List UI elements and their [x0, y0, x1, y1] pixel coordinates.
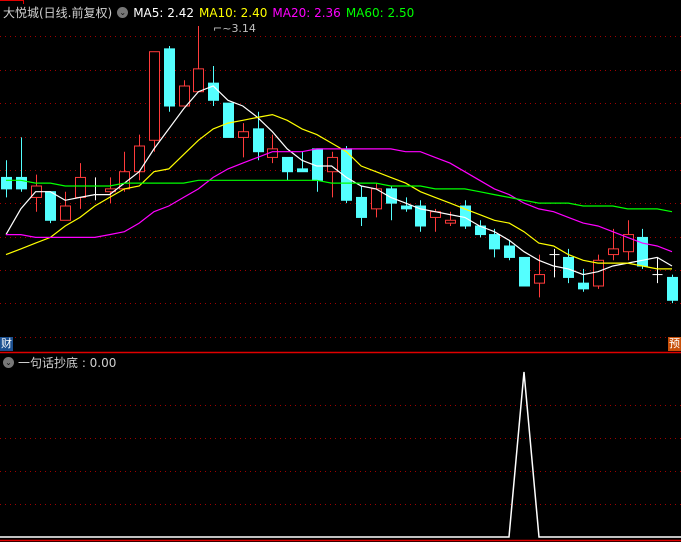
high-price-marker: ⌐~3.14 — [213, 22, 256, 35]
candle-body — [593, 259, 604, 287]
candle — [460, 200, 471, 229]
ma20-label: MA20: 2.36 — [272, 5, 341, 20]
candle-body — [253, 128, 264, 153]
candle-body — [519, 256, 530, 287]
candle — [238, 123, 249, 158]
candle-body — [238, 131, 249, 138]
candle — [1, 160, 12, 198]
candle-body — [297, 168, 308, 173]
candle-body — [401, 205, 412, 210]
candle-body — [667, 276, 678, 301]
candle — [179, 80, 190, 107]
candle — [327, 151, 338, 198]
ma5-line — [5, 85, 673, 276]
candle — [60, 191, 71, 221]
candle — [16, 137, 27, 192]
candle — [623, 220, 634, 261]
candle — [386, 186, 397, 221]
indicator-label: 一句话抄底 : 0.00 — [18, 356, 117, 370]
candle-body — [16, 176, 27, 190]
ma20-line — [6, 148, 673, 253]
candle — [223, 102, 234, 138]
chevron-down-icon[interactable]: ⌄ — [117, 7, 129, 18]
candle — [415, 200, 426, 232]
candle — [519, 256, 530, 287]
ma-lines — [5, 85, 673, 276]
stock-title: 大悦城(日线.前复权) — [3, 6, 113, 20]
candle-body — [356, 196, 367, 218]
candle — [637, 228, 648, 269]
candle — [31, 174, 42, 212]
candles — [1, 26, 678, 304]
candle-body — [563, 256, 574, 278]
candle-body — [60, 205, 71, 221]
indicator-panel — [0, 371, 681, 538]
candle-body — [282, 156, 293, 173]
candle — [578, 268, 589, 292]
candle-body — [164, 48, 175, 107]
candle — [149, 51, 160, 152]
ma5-label: MA5: 2.42 — [133, 5, 194, 20]
candle — [90, 177, 101, 201]
candle-body — [578, 282, 589, 290]
candle-body — [489, 234, 500, 250]
candle — [164, 46, 175, 112]
indicator-header: ⌄ 一句话抄底 : 0.00 — [3, 354, 116, 371]
ma60-line — [6, 179, 673, 213]
candle — [549, 248, 560, 278]
candle — [282, 156, 293, 181]
candle-body — [504, 245, 515, 258]
high-price-value: 3.14 — [231, 22, 256, 35]
candle — [356, 186, 367, 226]
candle-body — [134, 145, 145, 173]
candle — [193, 26, 204, 93]
candle — [667, 274, 678, 304]
candle-body — [193, 68, 204, 93]
ma10-label: MA10: 2.40 — [198, 5, 268, 20]
candle — [45, 191, 56, 224]
chart-header: 大悦城(日线.前复权) ⌄ MA5: 2.42 MA10: 2.40 MA20:… — [3, 4, 414, 21]
forecast-badge[interactable]: 预 — [668, 337, 681, 351]
candle-body — [223, 102, 234, 138]
candle-body — [608, 248, 619, 256]
candle-body — [45, 191, 56, 221]
grid-lines — [0, 36, 681, 505]
candle — [312, 148, 323, 192]
chevron-down-icon[interactable]: ⌄ — [3, 357, 14, 368]
candlestick-chart[interactable] — [0, 0, 681, 542]
candle — [475, 220, 486, 238]
candle — [267, 134, 278, 164]
ma60-label: MA60: 2.50 — [345, 5, 415, 20]
candle-body — [149, 51, 160, 141]
candle-body — [534, 274, 545, 284]
candle-body — [445, 219, 456, 224]
finance-badge[interactable]: 财 — [0, 337, 13, 351]
indicator-line — [0, 371, 681, 538]
candle-body — [1, 176, 12, 190]
candle-body — [75, 176, 86, 198]
